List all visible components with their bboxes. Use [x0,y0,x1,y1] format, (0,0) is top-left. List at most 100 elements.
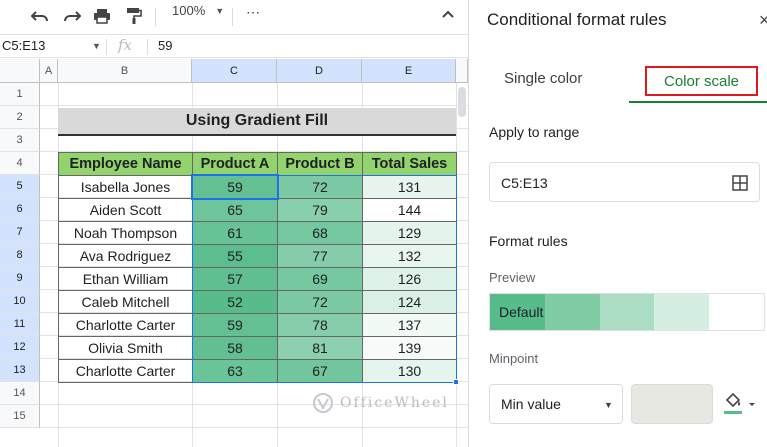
row-header-10[interactable]: 10 [0,290,40,313]
value-cell[interactable]: 132 [362,244,457,268]
value-cell[interactable]: 130 [362,359,457,383]
preview-segment [599,294,655,330]
value-cell[interactable]: 144 [362,198,457,222]
employee-name-cell[interactable]: Olivia Smith [58,336,193,360]
value-cell[interactable]: 63 [192,359,278,383]
value-cell[interactable]: 55 [192,244,278,268]
employee-name-cell[interactable]: Noah Thompson [58,221,193,245]
value-cell[interactable]: 72 [277,175,363,199]
select-range-icon[interactable] [732,175,748,196]
value-cell[interactable]: 81 [277,336,363,360]
preview-segment [709,294,764,330]
row-header-12[interactable]: 12 [0,336,40,359]
range-input[interactable]: C5:E13 [489,162,760,202]
watermark-text: OfficeWheel [340,395,449,411]
employee-name-cell[interactable]: Aiden Scott [58,198,193,222]
gridline [40,427,468,428]
toolbar-divider [232,8,233,26]
employee-name-cell[interactable]: Charlotte Carter [58,359,193,383]
formula-divider [106,39,107,55]
row-header-1[interactable]: 1 [0,83,40,106]
redo-icon[interactable] [60,4,84,28]
value-cell[interactable]: 77 [277,244,363,268]
name-box[interactable]: C5:E13 [2,38,45,53]
row-header-7[interactable]: 7 [0,221,40,244]
value-cell[interactable]: 126 [362,267,457,291]
minpoint-label: Minpoint [489,351,539,366]
tab-color-scale[interactable]: Color scale [645,66,758,96]
close-icon[interactable]: × [759,10,767,31]
row-header-3[interactable]: 3 [0,129,40,152]
zoom-select[interactable]: 100% ▼ [172,3,224,18]
employee-name-cell[interactable]: Isabella Jones [58,175,193,199]
table-header-cell[interactable]: Total Sales [362,152,457,176]
fill-color-button[interactable] [721,392,761,418]
chevron-down-icon[interactable]: ▼ [92,41,101,51]
employee-name-cell[interactable]: Ethan William [58,267,193,291]
value-cell[interactable]: 129 [362,221,457,245]
column-header-c[interactable]: C [192,59,277,83]
employee-name-cell[interactable]: Charlotte Carter [58,313,193,337]
row-header-13[interactable]: 13 [0,359,40,382]
watermark: OfficeWheel [312,392,449,414]
value-cell[interactable]: 131 [362,175,457,199]
row-header-5[interactable]: 5 [0,175,40,198]
row-header-6[interactable]: 6 [0,198,40,221]
print-icon[interactable] [90,4,114,28]
formula-divider [147,39,148,55]
value-cell[interactable]: 58 [192,336,278,360]
value-cell[interactable]: 61 [192,221,278,245]
employee-name-cell[interactable]: Ava Rodriguez [58,244,193,268]
minpoint-select[interactable]: Min value ▼ [489,384,623,424]
value-cell[interactable]: 72 [277,290,363,314]
chevron-down-icon: ▼ [604,400,613,410]
value-cell[interactable]: 139 [362,336,457,360]
preview-swatch[interactable]: Default [489,293,765,331]
value-cell[interactable]: 69 [277,267,363,291]
tab-single-color[interactable]: Single color [504,70,582,87]
minpoint-input[interactable] [631,384,713,424]
column-header-next[interactable] [456,59,468,83]
column-header-d[interactable]: D [277,59,362,83]
value-cell[interactable]: 57 [192,267,278,291]
row-header-4[interactable]: 4 [0,152,40,175]
row-header-11[interactable]: 11 [0,313,40,336]
formula-input[interactable]: 59 [158,38,172,53]
more-options-button[interactable]: ⋯ [246,4,261,21]
row-header-15[interactable]: 15 [0,405,40,428]
spreadsheet-grid[interactable]: A B C D E 1 2 3 4 5 6 7 8 9 10 11 12 13 14 15 Using Gradient… [0,59,468,447]
format-rules-label: Format rules [489,233,568,249]
value-cell[interactable]: 59 [192,313,278,337]
collapse-icon[interactable] [441,6,455,24]
paint-format-icon[interactable] [122,4,146,28]
row-header-14[interactable]: 14 [0,382,40,405]
value-cell[interactable]: 59 [192,175,278,199]
toolbar: 100% ▼ ⋯ [0,0,468,32]
paint-bucket-icon [724,392,755,414]
panel-title: Conditional format rules [487,10,667,29]
table-header-cell[interactable]: Employee Name [58,152,193,176]
column-header-e[interactable]: E [362,59,456,83]
select-all-corner[interactable] [0,59,40,83]
sheet-title[interactable]: Using Gradient Fill [58,108,456,136]
employee-name-cell[interactable]: Caleb Mitchell [58,290,193,314]
row-header-8[interactable]: 8 [0,244,40,267]
value-cell[interactable]: 68 [277,221,363,245]
value-cell[interactable]: 67 [277,359,363,383]
table-header-cell[interactable]: Product B [277,152,363,176]
value-cell[interactable]: 65 [192,198,278,222]
vertical-scrollbar[interactable] [458,87,466,117]
column-header-a[interactable]: A [40,59,58,83]
value-cell[interactable]: 78 [277,313,363,337]
undo-icon[interactable] [28,4,52,28]
value-cell[interactable]: 79 [277,198,363,222]
value-cell[interactable]: 137 [362,313,457,337]
row-header-9[interactable]: 9 [0,267,40,290]
row-header-2[interactable]: 2 [0,106,40,129]
column-header-b[interactable]: B [58,59,192,83]
value-cell[interactable]: 52 [192,290,278,314]
table-header-cell[interactable]: Product A [192,152,278,176]
selection-fill-handle[interactable] [453,379,459,385]
value-cell[interactable]: 124 [362,290,457,314]
minpoint-value: Min value [501,396,561,412]
